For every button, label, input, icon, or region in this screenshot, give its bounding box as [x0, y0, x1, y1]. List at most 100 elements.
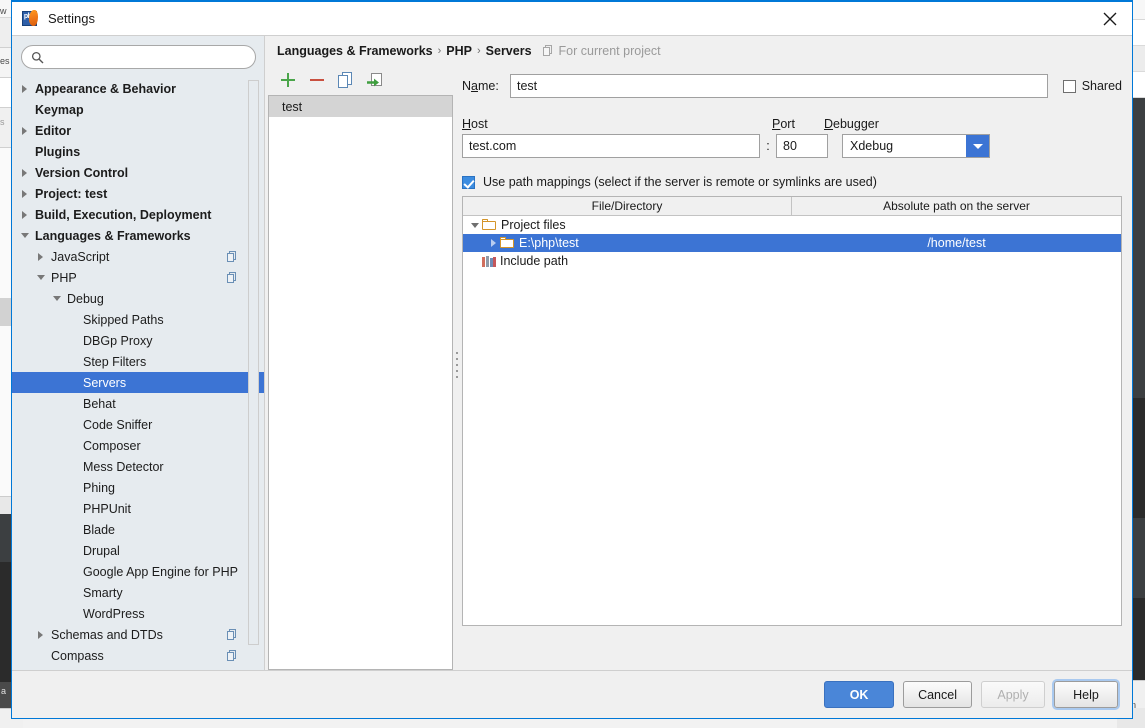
chevron-right-icon[interactable] — [20, 209, 31, 220]
table-row[interactable]: Include path — [463, 252, 1121, 270]
cancel-button[interactable]: Cancel — [903, 681, 972, 708]
pane-splitter[interactable] — [453, 65, 462, 670]
table-row[interactable]: Project files — [463, 216, 1121, 234]
sidebar-item-editor[interactable]: Editor — [12, 120, 264, 141]
sidebar-item-schemas-and-dtds[interactable]: Schemas and DTDs — [12, 624, 264, 645]
column-header-absolute-path[interactable]: Absolute path on the server — [792, 197, 1121, 215]
copy-icon[interactable] — [338, 72, 354, 88]
file-directory-value: Include path — [500, 254, 569, 268]
sidebar-item-project-test[interactable]: Project: test — [12, 183, 264, 204]
settings-tree[interactable]: Appearance & Behavior Keymap Editor Plugins… — [12, 76, 264, 670]
ok-button[interactable]: OK — [824, 681, 895, 708]
sidebar-item-composer[interactable]: Composer — [12, 435, 264, 456]
debugger-select[interactable]: Xdebug — [842, 134, 990, 158]
sidebar-item-debug[interactable]: Debug — [12, 288, 264, 309]
cell-file-directory: Include path — [463, 254, 792, 268]
host-input[interactable] — [462, 134, 760, 158]
sidebar-item-compass[interactable]: Compass — [12, 645, 264, 666]
path-mappings-checkbox[interactable] — [462, 175, 475, 189]
host-port-debugger-fields: : Xdebug — [462, 133, 1122, 159]
sidebar-item-phpunit[interactable]: PHPUnit — [12, 498, 264, 519]
breadcrumb-item-servers[interactable]: Servers — [486, 44, 532, 58]
chevron-down-icon[interactable] — [20, 230, 31, 241]
host-label: Host — [462, 117, 488, 131]
chevron-down-icon[interactable] — [36, 272, 47, 283]
search-input[interactable] — [44, 47, 255, 67]
shared-label: Shared — [1081, 79, 1122, 93]
sidebar-item-smarty[interactable]: Smarty — [12, 582, 264, 603]
server-list-item[interactable]: test — [269, 96, 452, 117]
search-box[interactable] — [21, 45, 256, 69]
chevron-right-icon[interactable] — [20, 167, 31, 178]
name-input[interactable] — [510, 74, 1048, 98]
chevron-down-icon[interactable] — [469, 219, 482, 232]
chevron-right-icon[interactable] — [487, 237, 500, 250]
content-panes: test Name: Shared — [265, 65, 1132, 670]
chevron-right-icon[interactable] — [20, 83, 31, 94]
chevron-down-icon[interactable] — [52, 293, 63, 304]
sidebar-item-skipped-paths[interactable]: Skipped Paths — [12, 309, 264, 330]
minus-icon[interactable] — [309, 72, 325, 88]
sidebar-item-blade[interactable]: Blade — [12, 519, 264, 540]
port-input[interactable] — [776, 134, 828, 158]
sidebar-item-mess-detector[interactable]: Mess Detector — [12, 456, 264, 477]
search-container — [12, 36, 264, 76]
sidebar-item-label: Languages & Frameworks — [35, 228, 191, 243]
chevron-down-icon[interactable] — [966, 135, 989, 157]
breadcrumb-item-languages[interactable]: Languages & Frameworks — [277, 44, 433, 58]
sidebar-item-appearance-behavior[interactable]: Appearance & Behavior — [12, 78, 264, 99]
close-icon[interactable] — [1087, 2, 1132, 35]
sidebar-item-version-control[interactable]: Version Control — [12, 162, 264, 183]
sidebar-item-label: Smarty — [83, 585, 123, 600]
scrollbar-thumb[interactable] — [248, 80, 259, 645]
sidebar-item-dbgp-proxy[interactable]: DBGp Proxy — [12, 330, 264, 351]
backdrop-text: s — [0, 117, 5, 127]
path-mappings-table[interactable]: File/Directory Absolute path on the serv… — [462, 196, 1122, 626]
table-row[interactable]: E:\php\test/home/test — [463, 234, 1121, 252]
server-list[interactable]: test — [268, 95, 453, 670]
sidebar-item-label: Plugins — [35, 144, 81, 159]
help-button[interactable]: Help — [1054, 681, 1118, 708]
import-arrow-icon[interactable] — [367, 72, 383, 88]
file-directory-value: E:\php\test — [519, 236, 579, 250]
breadcrumb-item-php[interactable]: PHP — [446, 44, 472, 58]
shared-checkbox-wrap[interactable]: Shared — [1062, 79, 1122, 93]
php-storm-icon: php — [22, 10, 39, 27]
path-mappings-row[interactable]: Use path mappings (select if the server … — [462, 175, 1122, 189]
chevron-right-icon[interactable] — [36, 251, 47, 262]
splitter-grip — [456, 351, 459, 384]
sidebar-item-build-execution-deployment[interactable]: Build, Execution, Deployment — [12, 204, 264, 225]
column-header-file-directory[interactable]: File/Directory — [463, 197, 792, 215]
sidebar-item-behat[interactable]: Behat — [12, 393, 264, 414]
sidebar-item-javascript[interactable]: JavaScript — [12, 246, 264, 267]
sidebar-item-google-app-engine-for-php[interactable]: Google App Engine for PHP — [12, 561, 264, 582]
sidebar-item-phing[interactable]: Phing — [12, 477, 264, 498]
sidebar-item-label: Code Sniffer — [83, 417, 153, 432]
sidebar-item-label: Skipped Paths — [83, 312, 164, 327]
sidebar-item-servers[interactable]: Servers — [12, 372, 264, 393]
sidebar-item-wordpress[interactable]: WordPress — [12, 603, 264, 624]
folder-icon — [482, 219, 497, 231]
sidebar-item-keymap[interactable]: Keymap — [12, 99, 264, 120]
plus-icon[interactable] — [280, 72, 296, 88]
sidebar-scrollbar[interactable] — [248, 76, 259, 670]
sidebar-item-languages-frameworks[interactable]: Languages & Frameworks — [12, 225, 264, 246]
project-scope-label: For current project — [558, 43, 661, 58]
sidebar-item-code-sniffer[interactable]: Code Sniffer — [12, 414, 264, 435]
sidebar-item-plugins[interactable]: Plugins — [12, 141, 264, 162]
chevron-right-icon[interactable] — [20, 188, 31, 199]
chevron-right-icon[interactable] — [36, 629, 47, 640]
backdrop-text: w — [0, 6, 7, 16]
sidebar-item-step-filters[interactable]: Step Filters — [12, 351, 264, 372]
sidebar-item-php[interactable]: PHP — [12, 267, 264, 288]
shared-checkbox[interactable] — [1062, 79, 1076, 93]
sidebar-item-drupal[interactable]: Drupal — [12, 540, 264, 561]
chevron-right-icon[interactable] — [20, 125, 31, 136]
